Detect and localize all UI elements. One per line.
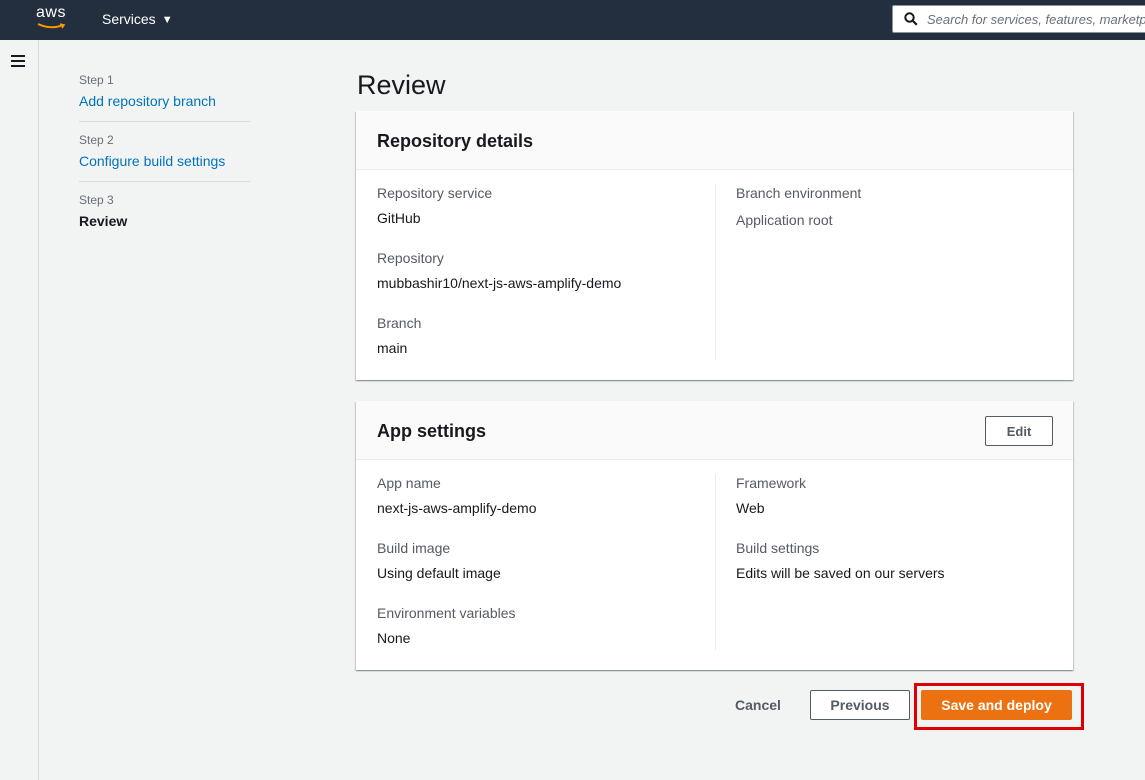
- search-icon: [904, 12, 918, 26]
- panel-title: App settings: [377, 421, 487, 441]
- column-divider: [715, 184, 716, 360]
- step-link-add-repository-branch[interactable]: Add repository branch: [79, 91, 216, 111]
- field-label: Framework: [736, 475, 807, 491]
- search-box[interactable]: [892, 5, 1145, 33]
- wizard-step-1: Step 1 Add repository branch: [79, 72, 250, 122]
- aws-smile-icon: [37, 23, 66, 29]
- field-label: Repository: [377, 250, 444, 266]
- edit-button[interactable]: Edit: [985, 416, 1053, 446]
- column-divider: [715, 474, 716, 650]
- panel-title: Repository details: [377, 131, 534, 151]
- wizard-steps: Step 1 Add repository branch Step 2 Conf…: [79, 72, 250, 251]
- left-column: App name next-js-aws-amplify-demo Build …: [377, 474, 715, 669]
- field-repository: Repository mubbashir10/next-js-aws-ampli…: [377, 249, 715, 292]
- field-repository-service: Repository service GitHub: [377, 184, 715, 227]
- field-app-name: App name next-js-aws-amplify-demo: [377, 474, 715, 517]
- services-menu[interactable]: Services ▼: [102, 11, 173, 27]
- left-column: Repository service GitHub Repository mub…: [377, 184, 715, 379]
- app-settings-panel: App settings Edit App name next-js-aws-a…: [356, 401, 1073, 670]
- field-label: Branch environment: [736, 185, 862, 201]
- search-input[interactable]: [927, 10, 1145, 28]
- services-label: Services: [102, 11, 156, 27]
- field-build-image: Build image Using default image: [377, 539, 715, 582]
- field-label: App name: [377, 475, 441, 491]
- panel-header: App settings Edit: [356, 401, 1073, 460]
- aws-logo-text: aws: [36, 4, 66, 21]
- wizard-step-2: Step 2 Configure build settings: [79, 132, 250, 182]
- field-label: Branch: [377, 315, 422, 331]
- previous-button[interactable]: Previous: [810, 690, 910, 720]
- field-value: Web: [736, 500, 765, 516]
- step-current-review: Review: [79, 213, 128, 229]
- field-value: None: [377, 630, 411, 646]
- step-number: Step 2: [79, 133, 114, 147]
- top-nav-bar: aws Services ▼: [0, 0, 1145, 40]
- cancel-button[interactable]: Cancel: [722, 690, 794, 720]
- field-label: Repository service: [377, 185, 493, 201]
- field-value: Using default image: [377, 565, 501, 581]
- page-title: Review: [357, 70, 446, 100]
- field-application-root: Application root: [736, 211, 1056, 229]
- panel-header: Repository details: [356, 111, 1073, 170]
- wizard-step-3: Step 3 Review: [79, 192, 250, 241]
- field-value: next-js-aws-amplify-demo: [377, 500, 537, 516]
- step-number: Step 3: [79, 193, 114, 207]
- field-build-settings: Build settings Edits will be saved on ou…: [736, 539, 1056, 582]
- right-column: Framework Web Build settings Edits will …: [736, 474, 1056, 604]
- field-branch-environment: Branch environment: [736, 184, 1056, 202]
- repository-details-panel: Repository details Repository service Gi…: [356, 111, 1073, 380]
- save-and-deploy-button[interactable]: Save and deploy: [921, 690, 1072, 720]
- step-link-configure-build-settings[interactable]: Configure build settings: [79, 151, 225, 171]
- hamburger-menu-icon[interactable]: [11, 55, 25, 67]
- field-label: Application root: [736, 212, 833, 228]
- field-label: Environment variables: [377, 605, 516, 621]
- field-value: main: [377, 340, 408, 356]
- side-navigation: [0, 40, 39, 780]
- field-label: Build image: [377, 540, 451, 556]
- field-value: mubbashir10/next-js-aws-amplify-demo: [377, 275, 622, 291]
- aws-logo[interactable]: aws: [36, 4, 70, 34]
- field-framework: Framework Web: [736, 474, 1056, 517]
- right-column: Branch environment Application root: [736, 184, 1056, 251]
- field-value: Edits will be saved on our servers: [736, 565, 945, 581]
- step-number: Step 1: [79, 73, 114, 87]
- field-label: Build settings: [736, 540, 820, 556]
- caret-down-icon: ▼: [161, 14, 173, 26]
- field-environment-variables: Environment variables None: [377, 604, 715, 647]
- field-value: GitHub: [377, 210, 421, 226]
- field-branch: Branch main: [377, 314, 715, 357]
